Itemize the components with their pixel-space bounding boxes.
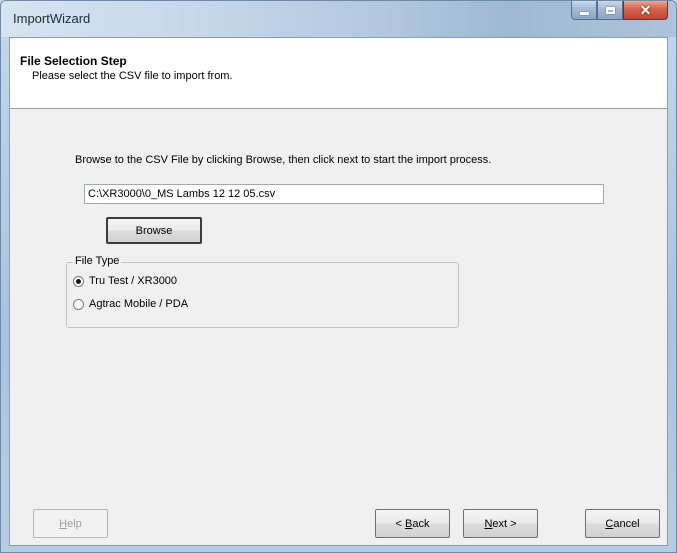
next-button[interactable]: Next > <box>463 509 538 538</box>
step-subtitle: Please select the CSV file to import fro… <box>32 70 233 82</box>
cancel-label: ancel <box>613 517 640 530</box>
close-icon: ✕ <box>639 2 652 18</box>
maximize-icon <box>605 6 615 14</box>
back-button[interactable]: < Back <box>375 509 450 538</box>
browse-instructions: Browse to the CSV File by clicking Brows… <box>75 154 492 166</box>
back-mnemonic: B <box>405 517 413 530</box>
radio-button-icon[interactable] <box>73 275 84 287</box>
help-mnemonic: H <box>59 517 68 530</box>
radio-tru-test[interactable]: Tru Test / XR3000 <box>73 275 177 287</box>
back-label: ack <box>412 517 430 530</box>
next-mnemonic: N <box>484 517 493 530</box>
radio-agtrac[interactable]: Agtrac Mobile / PDA <box>73 298 188 310</box>
browse-button[interactable]: Browse <box>106 217 202 244</box>
file-type-group: File Type Tru Test / XR3000 Agtrac Mobil… <box>66 255 459 328</box>
radio-tru-test-label: Tru Test / XR3000 <box>89 275 178 287</box>
help-label: elp <box>67 517 82 530</box>
window-title: ImportWizard <box>13 11 91 26</box>
next-label: ext > <box>492 517 517 530</box>
close-button[interactable]: ✕ <box>623 1 668 20</box>
wizard-client-area: File Selection Step Please select the CS… <box>9 37 668 546</box>
radio-button-icon[interactable] <box>73 298 84 310</box>
cancel-button[interactable]: Cancel <box>585 509 660 538</box>
file-path-input[interactable] <box>84 184 604 204</box>
window-controls: ✕ <box>571 1 668 22</box>
import-wizard-window: ImportWizard ✕ File Selection Step Pleas… <box>0 0 677 553</box>
back-prefix: < <box>395 517 405 530</box>
radio-agtrac-label: Agtrac Mobile / PDA <box>89 298 189 310</box>
radio-selected-dot <box>76 278 81 284</box>
cancel-mnemonic: C <box>605 517 614 530</box>
help-button[interactable]: Help <box>33 509 108 538</box>
maximize-button[interactable] <box>597 1 623 20</box>
step-header: File Selection Step Please select the CS… <box>10 38 667 109</box>
minimize-button[interactable] <box>571 1 597 20</box>
step-title: File Selection Step <box>20 54 127 68</box>
title-bar[interactable]: ImportWizard ✕ <box>1 1 676 37</box>
minimize-icon <box>579 11 589 15</box>
file-type-label: File Type <box>73 255 122 267</box>
